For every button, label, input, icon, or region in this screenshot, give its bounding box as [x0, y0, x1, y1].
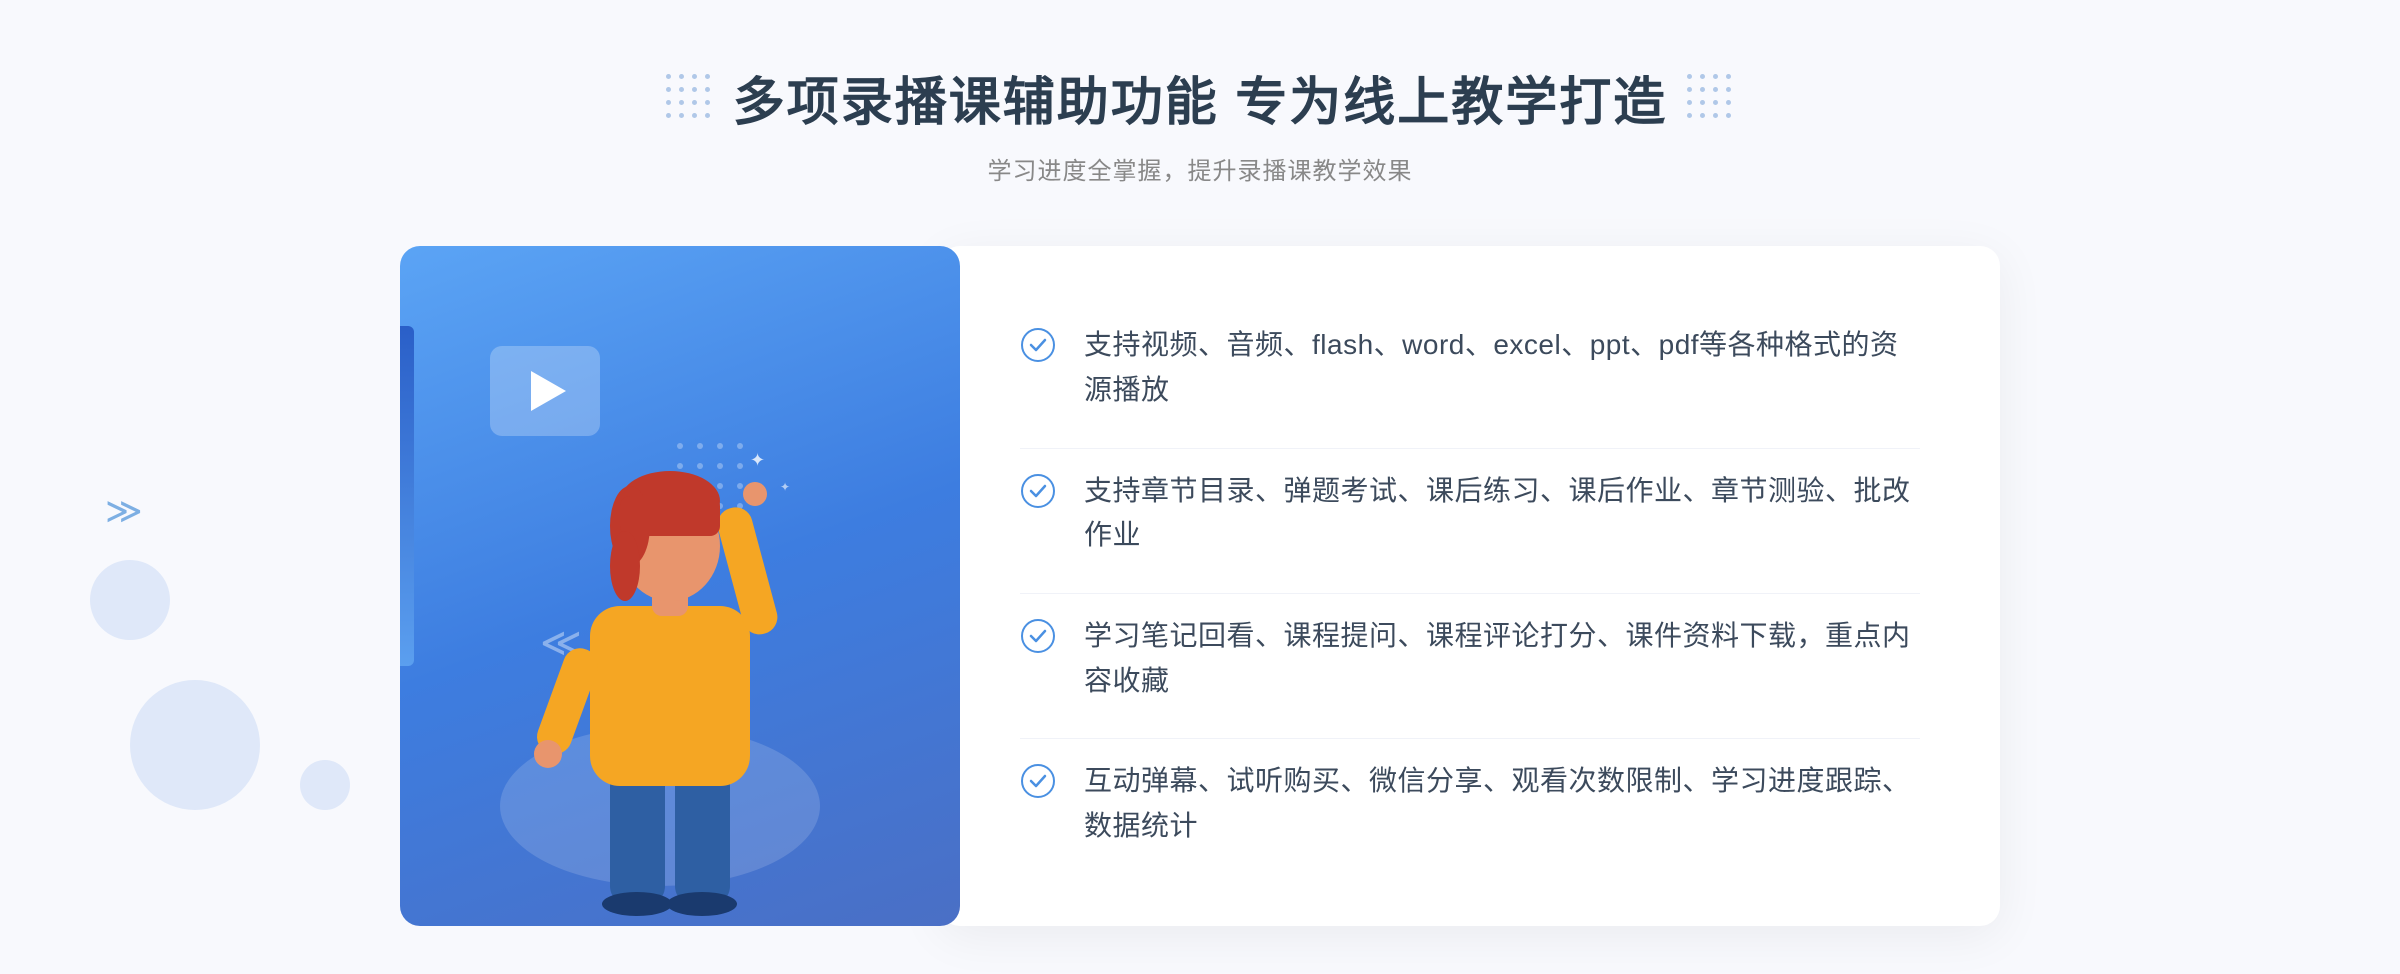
svg-text:✦: ✦: [780, 480, 790, 494]
chevron-left-icon: ≫: [105, 490, 143, 532]
feature-text-4: 互动弹幕、试听购买、微信分享、观看次数限制、学习进度跟踪、数据统计: [1084, 759, 1920, 849]
features-panel: 支持视频、音频、flash、word、excel、ppt、pdf等各种格式的资源…: [940, 246, 2000, 926]
header-section: 多项录播课辅助功能 专为线上教学打造 学习进度全掌握，提升录播课教学效果: [666, 60, 1734, 186]
feature-text-1: 支持视频、音频、flash、word、excel、ppt、pdf等各种格式的资源…: [1084, 323, 1920, 413]
feature-item-1: 支持视频、音频、flash、word、excel、ppt、pdf等各种格式的资源…: [1020, 303, 1920, 433]
feature-text-3: 学习笔记回看、课程提问、课程评论打分、课件资料下载，重点内容收藏: [1084, 614, 1920, 704]
title-row: 多项录播课辅助功能 专为线上教学打造: [666, 60, 1734, 135]
feature-text-2: 支持章节目录、弹题考试、课后练习、课后作业、章节测验、批改作业: [1084, 469, 1920, 559]
check-icon-4: [1020, 763, 1056, 799]
decorative-circle-3: [300, 760, 350, 810]
main-title: 多项录播课辅助功能 专为线上教学打造: [733, 60, 1667, 135]
decorative-circle-2: [90, 560, 170, 640]
decorative-circle-1: [130, 680, 260, 810]
subtitle: 学习进度全掌握，提升录播课教学效果: [666, 151, 1734, 186]
person-illustration: ≪: [460, 346, 900, 926]
content-area: ≪: [400, 246, 2000, 926]
title-dots-left: [666, 74, 713, 121]
feature-item-4: 互动弹幕、试听购买、微信分享、观看次数限制、学习进度跟踪、数据统计: [1020, 738, 1920, 869]
check-icon-2: [1020, 473, 1056, 509]
blue-accent-bar: [400, 326, 414, 666]
feature-item-2: 支持章节目录、弹题考试、课后练习、课后作业、章节测验、批改作业: [1020, 448, 1920, 579]
check-icon-1: [1020, 327, 1056, 363]
title-dots-right: [1687, 74, 1734, 121]
page-container: ≫ 多项录播课辅助功能 专为线上教学打造 学习进度全掌握，提升录播课教学效果: [0, 0, 2400, 974]
svg-text:✦: ✦: [750, 450, 765, 470]
feature-item-3: 学习笔记回看、课程提问、课程评论打分、课件资料下载，重点内容收藏: [1020, 593, 1920, 724]
illustration-card: ≪: [400, 246, 960, 926]
check-icon-3: [1020, 618, 1056, 654]
